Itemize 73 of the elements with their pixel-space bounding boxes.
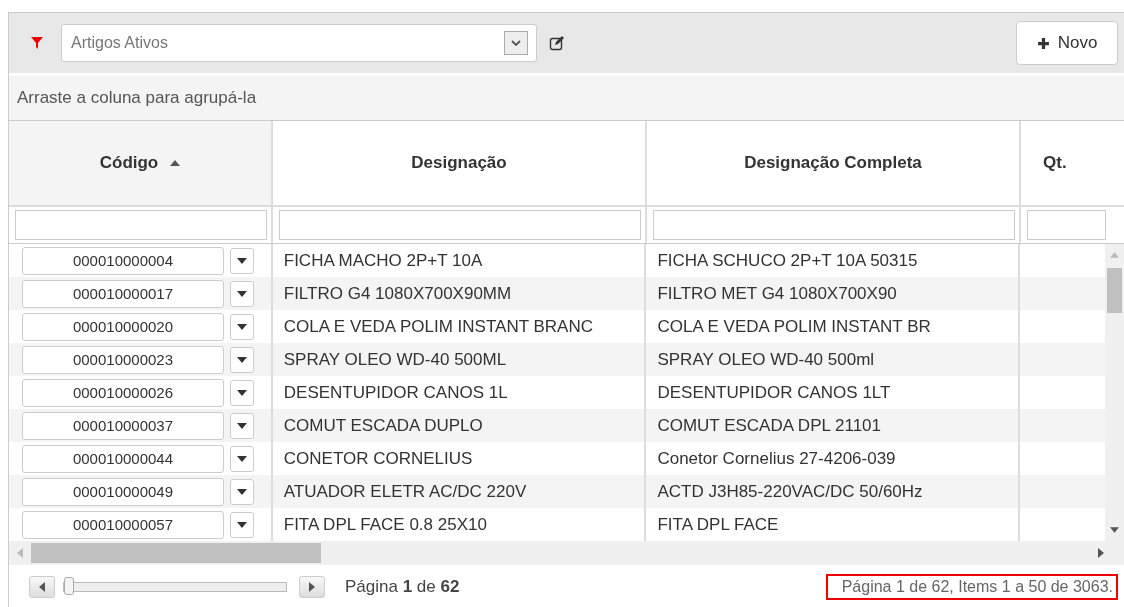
caret-down-icon bbox=[237, 389, 247, 396]
code-field[interactable]: 000010000026 bbox=[22, 378, 224, 407]
code-field[interactable]: 000010000023 bbox=[22, 345, 224, 374]
column-header[interactable]: Designação Completa bbox=[647, 121, 1021, 205]
table-cell: COMUT ESCADA DUPLO bbox=[283, 415, 483, 436]
table-cell: CONETOR CORNELIUS bbox=[283, 448, 473, 469]
row-menu-button[interactable] bbox=[230, 478, 254, 505]
scrollbar-thumb[interactable] bbox=[1107, 268, 1122, 313]
code-field[interactable]: 000010000057 bbox=[22, 510, 224, 539]
row-menu-button[interactable] bbox=[230, 412, 254, 439]
table-cell: ACTD J3H85-220VAC/DC 50/60Hz bbox=[657, 481, 923, 502]
column-header[interactable]: Qt. bbox=[1021, 121, 1106, 205]
caret-down-icon bbox=[237, 422, 247, 429]
code-field[interactable]: 000010000049 bbox=[22, 477, 224, 506]
table-cell: SPRAY OLEO WD-40 500ML bbox=[283, 349, 507, 370]
table-cell: DESENTUPIDOR CANOS 1LT bbox=[657, 382, 891, 403]
row-menu-button[interactable] bbox=[230, 247, 254, 274]
column-header[interactable]: Designação bbox=[273, 121, 647, 205]
column-filter-field[interactable] bbox=[279, 210, 641, 240]
next-page-button[interactable] bbox=[299, 575, 325, 598]
caret-right-icon bbox=[309, 581, 315, 592]
caret-down-icon bbox=[237, 521, 247, 528]
horizontal-scrollbar[interactable] bbox=[9, 541, 1124, 565]
row-menu-button[interactable] bbox=[230, 445, 254, 472]
code-field[interactable]: 000010000020 bbox=[22, 312, 224, 341]
row-menu-button[interactable] bbox=[230, 379, 254, 406]
scroll-right-icon[interactable] bbox=[1098, 548, 1104, 558]
slider-thumb[interactable] bbox=[64, 576, 74, 595]
filter-icon[interactable] bbox=[31, 37, 43, 49]
row-menu-button[interactable] bbox=[230, 313, 254, 340]
column-filter-field[interactable] bbox=[15, 210, 267, 240]
previous-page-button[interactable] bbox=[29, 575, 55, 598]
edit-icon[interactable] bbox=[549, 35, 565, 51]
table-cell: FICHA SCHUCO 2P+T 10A 50315 bbox=[657, 250, 918, 271]
scroll-down-icon[interactable] bbox=[1110, 527, 1119, 533]
table-cell: ATUADOR ELETR AC/DC 220V bbox=[283, 481, 527, 502]
filter-select[interactable]: Artigos Ativos bbox=[61, 24, 537, 62]
table-cell: COMUT ESCADA DPL 21101 bbox=[657, 415, 882, 436]
column-filter-field[interactable] bbox=[653, 210, 1015, 240]
row-menu-button[interactable] bbox=[230, 511, 254, 538]
table-cell: FITA DPL FACE 0.8 25X10 bbox=[283, 514, 487, 535]
table-cell: Conetor Cornelius 27-4206-039 bbox=[657, 448, 896, 469]
caret-left-icon bbox=[39, 581, 45, 592]
caret-down-icon bbox=[237, 257, 247, 264]
page-summary: Página 1 de 62, Items 1 a 50 de 3063. bbox=[825, 573, 1118, 600]
row-menu-button[interactable] bbox=[230, 280, 254, 307]
caret-down-icon bbox=[237, 323, 247, 330]
plus-icon bbox=[1036, 36, 1050, 50]
table-cell: SPRAY OLEO WD-40 500ml bbox=[657, 349, 875, 370]
code-field[interactable]: 000010000044 bbox=[22, 444, 224, 473]
table-cell: FICHA MACHO 2P+T 10A bbox=[283, 250, 483, 271]
row-menu-button[interactable] bbox=[230, 346, 254, 373]
chevron-down-icon bbox=[511, 40, 521, 46]
caret-down-icon bbox=[237, 488, 247, 495]
page-indicator: Página 1 de 62 bbox=[345, 576, 460, 597]
table-cell: FILTRO G4 1080X700X90MM bbox=[283, 283, 512, 304]
code-field[interactable]: 000010000004 bbox=[22, 246, 224, 275]
caret-down-icon bbox=[237, 290, 247, 297]
code-field[interactable]: 000010000017 bbox=[22, 279, 224, 308]
table-cell: FILTRO MET G4 1080X700X90 bbox=[657, 283, 897, 304]
caret-down-icon bbox=[237, 356, 247, 363]
scrollbar-thumb[interactable] bbox=[31, 543, 321, 563]
column-header[interactable]: Código bbox=[9, 121, 273, 205]
caret-down-icon bbox=[237, 455, 247, 462]
table-cell: FITA DPL FACE bbox=[657, 514, 779, 535]
table-cell: DESENTUPIDOR CANOS 1L bbox=[283, 382, 508, 403]
new-button[interactable]: Novo bbox=[1016, 21, 1118, 65]
table-cell: COLA E VEDA POLIM INSTANT BR bbox=[657, 316, 931, 337]
column-filter-field[interactable] bbox=[1027, 210, 1106, 240]
table-cell: COLA E VEDA POLIM INSTANT BRANC bbox=[283, 316, 593, 337]
group-hint: Arraste a coluna para agrupá-la bbox=[17, 88, 257, 108]
code-field[interactable]: 000010000037 bbox=[22, 411, 224, 440]
vertical-scrollbar[interactable] bbox=[1105, 244, 1124, 541]
